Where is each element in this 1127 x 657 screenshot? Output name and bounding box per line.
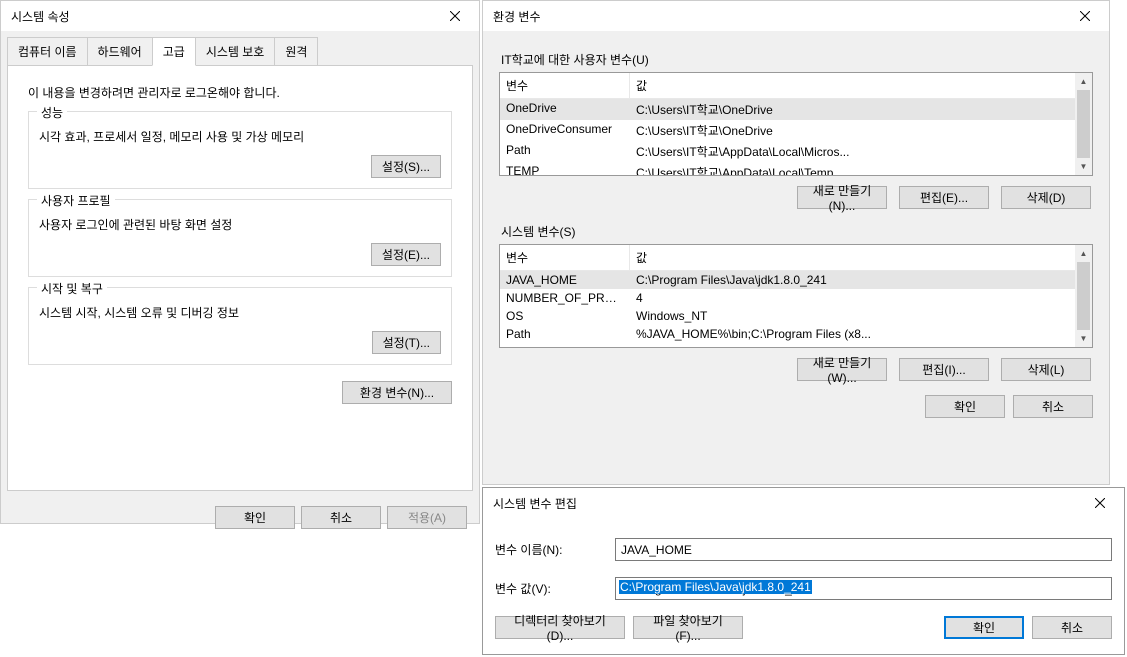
var-name-cell: Path [500, 325, 630, 343]
startup-recovery-fieldset: 시작 및 복구 시스템 시작, 시스템 오류 및 디버깅 정보 설정(T)... [28, 287, 452, 365]
edit-title: 시스템 변수 편집 [493, 495, 577, 512]
scroll-down-icon[interactable]: ▼ [1075, 330, 1092, 347]
scroll-down-icon[interactable]: ▼ [1075, 158, 1092, 175]
env-title: 환경 변수 [493, 8, 541, 25]
performance-settings-button[interactable]: 설정(S)... [371, 155, 441, 178]
table-row[interactable]: OSWindows_NT [500, 307, 1092, 325]
edit-titlebar: 시스템 변수 편집 [483, 488, 1124, 518]
close-icon[interactable] [1080, 489, 1120, 517]
startup-recovery-desc: 시스템 시작, 시스템 오류 및 디버깅 정보 [39, 304, 441, 321]
var-value-label: 변수 값(V): [495, 580, 615, 597]
var-name-cell: Path [500, 141, 630, 162]
var-name-cell: TEMP [500, 162, 630, 176]
sysprops-apply-button: 적용(A) [387, 506, 467, 529]
env-cancel-button[interactable]: 취소 [1013, 395, 1093, 418]
admin-note: 이 내용을 변경하려면 관리자로 로그온해야 합니다. [28, 84, 452, 101]
startup-recovery-settings-button[interactable]: 설정(T)... [372, 331, 441, 354]
tab-computer-name[interactable]: 컴퓨터 이름 [7, 37, 88, 66]
edit-ok-button[interactable]: 확인 [944, 616, 1024, 639]
var-value-cell: C:\Users\IT학교\OneDrive [630, 99, 1092, 120]
user-col-var[interactable]: 변수 [500, 73, 630, 98]
edit-system-variable-dialog: 시스템 변수 편집 변수 이름(N): 변수 값(V): C:\Program … [482, 487, 1125, 655]
system-properties-window: 시스템 속성 컴퓨터 이름 하드웨어 고급 시스템 보호 원격 이 내용을 변경… [0, 0, 480, 524]
sysprops-title: 시스템 속성 [11, 8, 70, 25]
var-value-cell: Windows_NT [630, 307, 1092, 325]
browse-file-button[interactable]: 파일 찾아보기(F)... [633, 616, 743, 639]
sys-col-var[interactable]: 변수 [500, 245, 630, 270]
sysprops-tabs: 컴퓨터 이름 하드웨어 고급 시스템 보호 원격 [1, 31, 479, 66]
var-value-cell: C:\Program Files\Java\jdk1.8.0_241 [630, 271, 1092, 289]
scroll-thumb[interactable] [1077, 262, 1090, 330]
user-delete-button[interactable]: 삭제(D) [1001, 186, 1091, 209]
user-profile-label: 사용자 프로필 [37, 192, 115, 209]
browse-directory-button[interactable]: 디렉터리 찾아보기(D)... [495, 616, 625, 639]
env-ok-button[interactable]: 확인 [925, 395, 1005, 418]
sysprops-titlebar: 시스템 속성 [1, 1, 479, 31]
user-vars-label: IT학교에 대한 사용자 변수(U) [501, 51, 1093, 68]
startup-recovery-label: 시작 및 복구 [37, 280, 107, 297]
performance-fieldset: 성능 시각 효과, 프로세서 일정, 메모리 사용 및 가상 메모리 설정(S)… [28, 111, 452, 189]
environment-variables-button[interactable]: 환경 변수(N)... [342, 381, 452, 404]
performance-label: 성능 [37, 104, 67, 121]
user-edit-button[interactable]: 편집(E)... [899, 186, 989, 209]
user-col-val[interactable]: 값 [630, 73, 1092, 98]
user-new-button[interactable]: 새로 만들기(N)... [797, 186, 887, 209]
var-value-cell: C:\Users\IT학교\OneDrive [630, 120, 1092, 141]
var-value-cell: C:\Users\IT학교\AppData\Local\Temp [630, 162, 1092, 176]
var-name-input[interactable] [615, 538, 1112, 561]
close-icon[interactable] [1065, 2, 1105, 30]
sysprops-ok-button[interactable]: 확인 [215, 506, 295, 529]
user-profile-fieldset: 사용자 프로필 사용자 로그인에 관련된 바탕 화면 설정 설정(E)... [28, 199, 452, 277]
sys-vars-label: 시스템 변수(S) [501, 223, 1093, 240]
table-row[interactable]: TEMPC:\Users\IT학교\AppData\Local\Temp [500, 162, 1092, 176]
performance-desc: 시각 효과, 프로세서 일정, 메모리 사용 및 가상 메모리 [39, 128, 441, 145]
environment-variables-window: 환경 변수 IT학교에 대한 사용자 변수(U) 변수 값 OneDriveC:… [482, 0, 1110, 485]
tab-hardware[interactable]: 하드웨어 [87, 37, 153, 66]
var-name-cell: OneDrive [500, 99, 630, 120]
sys-new-button[interactable]: 새로 만들기(W)... [797, 358, 887, 381]
var-name-cell: OneDriveConsumer [500, 120, 630, 141]
sys-edit-button[interactable]: 편집(I)... [899, 358, 989, 381]
var-value-cell: 4 [630, 289, 1092, 307]
var-name-label: 변수 이름(N): [495, 541, 615, 558]
table-row[interactable]: NUMBER_OF_PRO...4 [500, 289, 1092, 307]
sysprops-button-row: 확인 취소 적용(A) [1, 498, 479, 537]
user-profile-desc: 사용자 로그인에 관련된 바탕 화면 설정 [39, 216, 441, 233]
tab-remote[interactable]: 원격 [274, 37, 318, 66]
scroll-up-icon[interactable]: ▲ [1075, 245, 1092, 262]
sys-col-val[interactable]: 값 [630, 245, 1092, 270]
var-value-cell: C:\Users\IT학교\AppData\Local\Micros... [630, 141, 1092, 162]
var-name-cell: NUMBER_OF_PRO... [500, 289, 630, 307]
sys-delete-button[interactable]: 삭제(L) [1001, 358, 1091, 381]
user-profile-settings-button[interactable]: 설정(E)... [371, 243, 441, 266]
table-row[interactable]: JAVA_HOMEC:\Program Files\Java\jdk1.8.0_… [500, 271, 1092, 289]
var-name-cell: OS [500, 307, 630, 325]
scroll-up-icon[interactable]: ▲ [1075, 73, 1092, 90]
scrollbar[interactable]: ▲ ▼ [1075, 73, 1092, 175]
scroll-thumb[interactable] [1077, 90, 1090, 158]
scrollbar[interactable]: ▲ ▼ [1075, 245, 1092, 347]
var-value-input[interactable] [615, 577, 1112, 600]
tab-advanced[interactable]: 고급 [152, 37, 196, 66]
tab-system-protection[interactable]: 시스템 보호 [195, 37, 276, 66]
var-name-cell: JAVA_HOME [500, 271, 630, 289]
user-vars-table[interactable]: 변수 값 OneDriveC:\Users\IT학교\OneDriveOneDr… [499, 72, 1093, 176]
env-titlebar: 환경 변수 [483, 1, 1109, 31]
sys-vars-table[interactable]: 변수 값 JAVA_HOMEC:\Program Files\Java\jdk1… [499, 244, 1093, 348]
tab-content-advanced: 이 내용을 변경하려면 관리자로 로그온해야 합니다. 성능 시각 효과, 프로… [7, 65, 473, 491]
table-row[interactable]: Path%JAVA_HOME%\bin;C:\Program Files (x8… [500, 325, 1092, 343]
table-row[interactable]: PathC:\Users\IT학교\AppData\Local\Micros..… [500, 141, 1092, 162]
sysprops-cancel-button[interactable]: 취소 [301, 506, 381, 529]
edit-cancel-button[interactable]: 취소 [1032, 616, 1112, 639]
table-row[interactable]: OneDriveC:\Users\IT학교\OneDrive [500, 99, 1092, 120]
close-icon[interactable] [435, 2, 475, 30]
var-value-cell: %JAVA_HOME%\bin;C:\Program Files (x8... [630, 325, 1092, 343]
table-row[interactable]: OneDriveConsumerC:\Users\IT학교\OneDrive [500, 120, 1092, 141]
